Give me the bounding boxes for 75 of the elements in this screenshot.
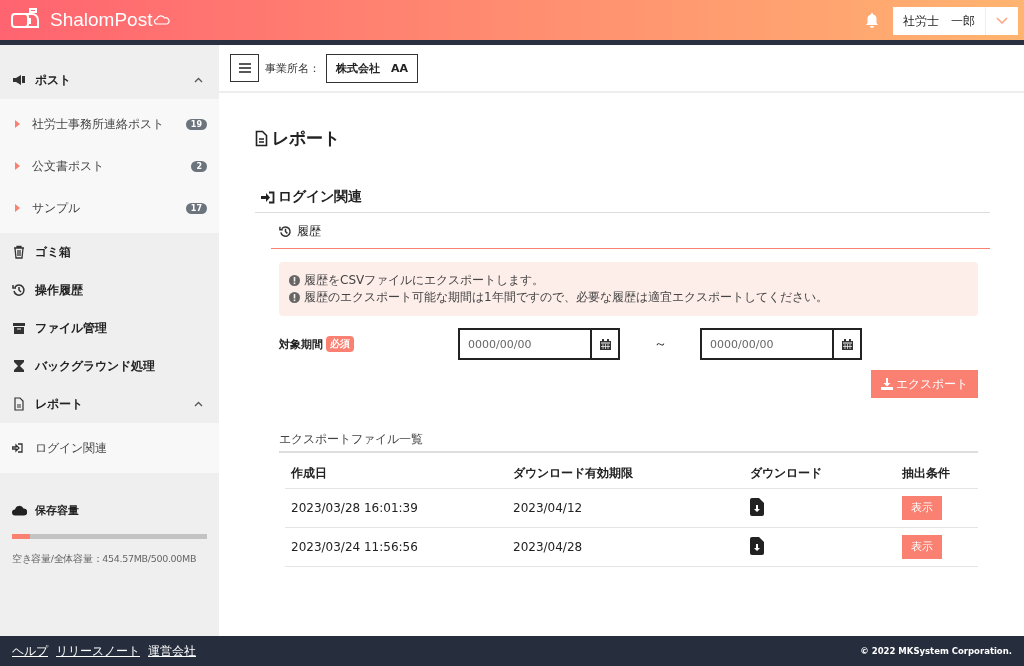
required-badge: 必須 [326,336,354,352]
table-cell: 2023/04/12 [513,501,583,515]
footer-link[interactable]: リリースノート [56,642,140,660]
menu-item[interactable]: バックグラウンド処理 [0,347,219,385]
hourglass-icon [12,359,26,373]
table-cell: 2023/04/28 [513,540,583,554]
count-badge: 19 [185,118,207,130]
triangle-icon [15,204,20,212]
menu-label: レポート [35,395,84,413]
submenu-label: ログイン関連 [35,439,108,457]
range-separator: ～ [652,335,668,353]
menu-label: ファイル管理 [35,319,108,337]
megaphone-icon [12,73,26,87]
submenu-item[interactable]: 社労士事務所連絡ポスト 19 [0,103,219,145]
footer-link[interactable]: ヘルプ [12,642,48,660]
menu-item[interactable]: 操作履歴 [0,271,219,309]
menu-label: 操作履歴 [35,281,84,299]
submenu-item[interactable]: サンプル 17 [0,187,219,229]
footer-link[interactable]: 運営会社 [148,642,196,660]
history-icon [279,225,292,238]
menu-item[interactable]: ゴミ箱 [0,233,219,271]
page-title: レポート [272,127,340,150]
copyright-text: © 2022 MKSystem Corporation. [860,646,1012,656]
notice-text: 履歴をCSVファイルにエクスポートします。 [304,272,545,289]
menu-label: バックグラウンド処理 [35,357,156,375]
date-field[interactable]: 0000/00/00 [458,328,590,360]
menu-item[interactable]: ポスト [0,61,219,99]
storage-title: 保存容量 [35,503,79,518]
exclamation-icon [289,292,300,303]
column-header: ダウンロード有効期限 [507,457,744,489]
date-field[interactable]: 0000/00/00 [700,328,832,360]
history-tab[interactable]: 履歴 [279,223,321,240]
document-icon [255,130,268,147]
file-download-icon[interactable] [750,536,764,555]
triangle-icon [15,120,20,128]
trash-icon [12,245,26,259]
menu-item[interactable]: レポート [0,385,219,423]
submenu-label: 公文書ポスト [32,157,105,175]
login-icon [12,443,23,453]
archive-icon [12,321,26,335]
calendar-icon[interactable] [832,328,862,360]
menu-button[interactable] [230,54,259,82]
document-icon [12,397,26,411]
logo-text: ShalomPost [50,9,153,31]
login-icon [261,190,275,204]
storage-text: 空き容量/全体容量：454.57MB/500.00MB [12,553,198,566]
field-label: 対象期間 [279,336,323,352]
table-cell: 2023/03/24 11:56:56 [291,540,418,554]
cloud-icon [154,15,171,25]
submenu-label: 社労士事務所連絡ポスト [32,115,165,133]
table-cell: 2023/03/28 16:01:39 [291,501,418,515]
exclamation-icon [289,275,300,286]
submenu-label: サンプル [32,199,81,217]
notice-text: 履歴のエクスポート可能な期間は1年間ですので、必要な履歴は適宜エクスポートしてください。 [304,289,828,306]
office-name: 株式会社 AA [326,53,419,83]
menu-item[interactable]: ファイル管理 [0,309,219,347]
count-badge: 2 [191,160,207,172]
section-title: ログイン関連 [278,188,362,206]
history-icon [12,283,26,297]
submenu-item[interactable]: 公文書ポスト 2 [0,145,219,187]
count-badge: 17 [185,202,207,214]
calendar-icon[interactable] [590,328,620,360]
column-header: 作成日 [285,457,507,489]
menu-label: ポスト [35,71,72,89]
office-label: 事業所名： [265,60,320,76]
column-header: 抽出条件 [896,457,978,489]
list-title: エクスポートファイル一覧 [279,432,978,453]
triangle-icon [15,162,20,170]
menu-label: ゴミ箱 [35,243,72,261]
column-header: ダウンロード [744,457,896,489]
menu-icon [238,63,251,73]
caret-icon [996,17,1008,25]
download-icon [881,378,893,390]
file-download-icon[interactable] [750,497,764,516]
cloud-icon [12,505,27,516]
